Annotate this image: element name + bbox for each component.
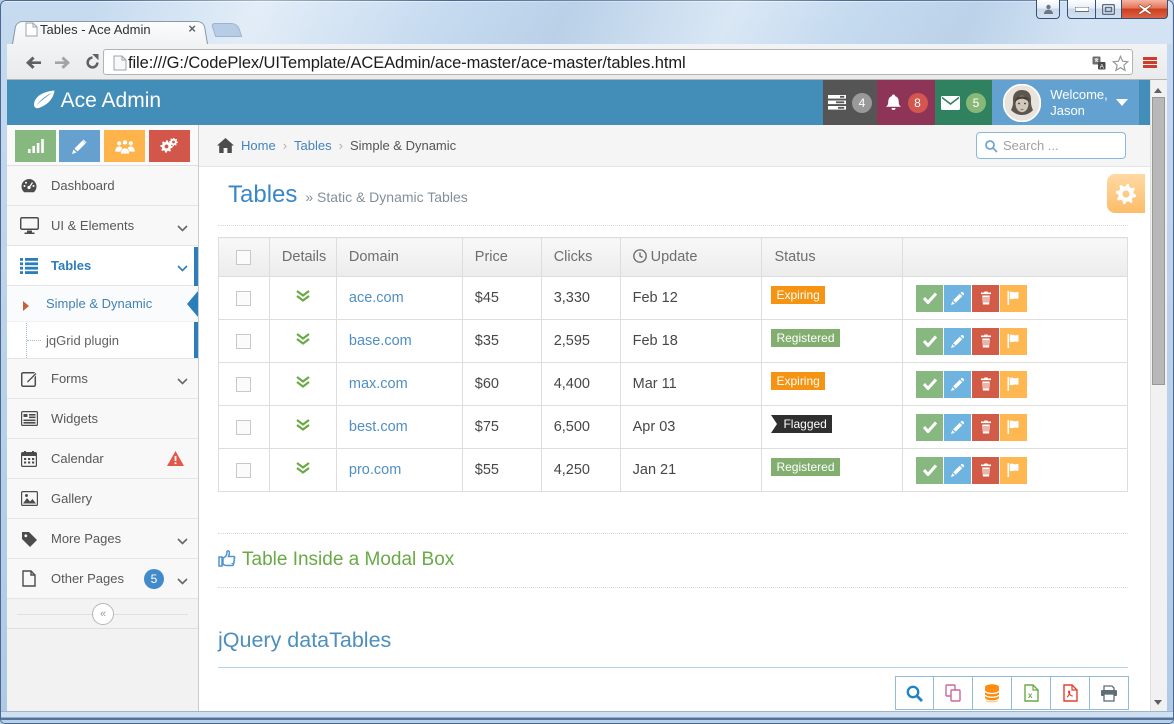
- svg-text:x: x: [1028, 691, 1033, 700]
- svg-text:A: A: [1100, 63, 1105, 70]
